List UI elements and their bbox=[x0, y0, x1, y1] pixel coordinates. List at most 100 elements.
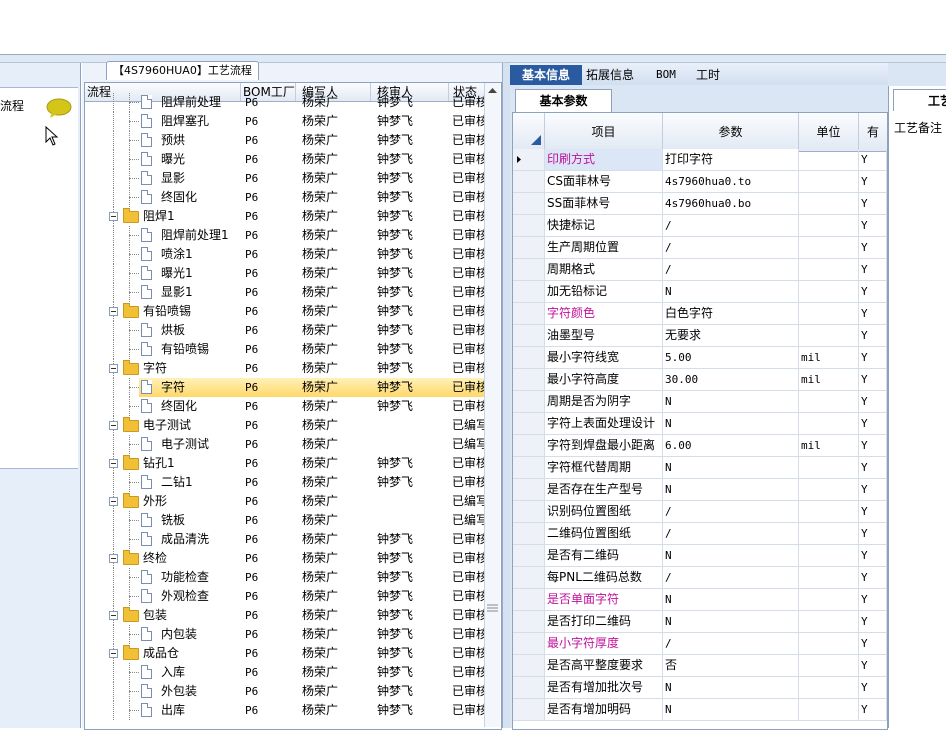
grid-col-param[interactable]: 参数 bbox=[663, 113, 799, 151]
row-indicator[interactable] bbox=[513, 545, 545, 566]
tree-row[interactable]: 包装 P6 杨荣广 钟梦飞 已审核 bbox=[85, 606, 485, 625]
param-row[interactable]: 是否单面字符 N Y bbox=[513, 589, 887, 611]
row-indicator[interactable] bbox=[513, 171, 545, 192]
tree-row[interactable]: 字符 P6 杨荣广 钟梦飞 已审核 bbox=[85, 378, 485, 397]
collapse-toggle-icon[interactable] bbox=[109, 459, 118, 468]
row-indicator[interactable] bbox=[513, 303, 545, 324]
tab-extended-info[interactable]: 拓展信息 bbox=[582, 65, 638, 85]
collapse-toggle-icon[interactable] bbox=[109, 649, 118, 658]
tree-row[interactable]: 外形 P6 杨荣广 已编写 bbox=[85, 492, 485, 511]
param-cell-value[interactable]: 白色字符 bbox=[663, 303, 799, 324]
param-row[interactable]: 是否有增加明码 N Y bbox=[513, 699, 887, 721]
param-cell-value[interactable]: / bbox=[663, 633, 799, 654]
tab-process-flow[interactable]: 【4S7960HUA0】工艺流程 bbox=[106, 61, 259, 80]
row-indicator[interactable] bbox=[513, 501, 545, 522]
row-indicator[interactable] bbox=[513, 677, 545, 698]
row-indicator[interactable] bbox=[513, 215, 545, 236]
tab-process[interactable]: 工艺 bbox=[893, 89, 946, 111]
param-cell-value[interactable]: 6.00 bbox=[663, 435, 799, 456]
row-indicator[interactable] bbox=[513, 369, 545, 390]
row-indicator[interactable] bbox=[513, 479, 545, 500]
row-indicator[interactable] bbox=[513, 611, 545, 632]
row-indicator[interactable] bbox=[513, 523, 545, 544]
param-row[interactable]: 字符颜色 白色字符 Y bbox=[513, 303, 887, 325]
param-cell-value[interactable]: / bbox=[663, 567, 799, 588]
tree-row[interactable]: 有铅喷锡 P6 杨荣广 钟梦飞 已审核 bbox=[85, 340, 485, 359]
param-cell-value[interactable]: N bbox=[663, 391, 799, 412]
row-indicator[interactable] bbox=[513, 413, 545, 434]
tree-row[interactable]: 功能检查 P6 杨荣广 钟梦飞 已审核 bbox=[85, 568, 485, 587]
param-cell-value[interactable]: N bbox=[663, 611, 799, 632]
tree-row[interactable]: 阻焊1 P6 杨荣广 钟梦飞 已审核 bbox=[85, 207, 485, 226]
param-cell-value[interactable]: / bbox=[663, 259, 799, 280]
param-cell-value[interactable]: / bbox=[663, 237, 799, 258]
comment-bubble-icon[interactable] bbox=[46, 98, 72, 118]
grid-col-flag[interactable]: 有 bbox=[859, 113, 887, 151]
scroll-grip-icon[interactable] bbox=[487, 603, 498, 613]
row-indicator[interactable] bbox=[513, 699, 545, 720]
param-cell-value[interactable]: 4s7960hua0.to bbox=[663, 171, 799, 192]
collapse-toggle-icon[interactable] bbox=[109, 611, 118, 620]
param-cell-value[interactable]: 无要求 bbox=[663, 325, 799, 346]
scroll-up-icon[interactable] bbox=[485, 83, 500, 99]
row-indicator[interactable] bbox=[513, 391, 545, 412]
tree-row[interactable]: 阻焊前处理 P6 杨荣广 钟梦飞 已审核 bbox=[85, 93, 485, 112]
param-cell-value[interactable]: N bbox=[663, 589, 799, 610]
param-row[interactable]: 识别码位置图纸 / Y bbox=[513, 501, 887, 523]
param-row[interactable]: 每PNL二维码总数 / Y bbox=[513, 567, 887, 589]
param-cell-value[interactable]: N bbox=[663, 413, 799, 434]
row-indicator[interactable] bbox=[513, 589, 545, 610]
tree-row[interactable]: 外观检查 P6 杨荣广 钟梦飞 已审核 bbox=[85, 587, 485, 606]
param-cell-value[interactable]: N bbox=[663, 457, 799, 478]
tree-row[interactable]: 钻孔1 P6 杨荣广 钟梦飞 已审核 bbox=[85, 454, 485, 473]
collapse-toggle-icon[interactable] bbox=[109, 421, 118, 430]
param-row[interactable]: 周期格式 / Y bbox=[513, 259, 887, 281]
param-cell-value[interactable]: N bbox=[663, 479, 799, 500]
grid-col-unit[interactable]: 单位 bbox=[799, 113, 859, 151]
row-indicator[interactable] bbox=[513, 237, 545, 258]
tree-row[interactable]: 成品仓 P6 杨荣广 钟梦飞 已审核 bbox=[85, 644, 485, 663]
param-row[interactable]: 最小字符线宽 5.00 mil Y bbox=[513, 347, 887, 369]
param-row[interactable]: SS面菲林号 4s7960hua0.bo Y bbox=[513, 193, 887, 215]
tree-row[interactable]: 外包装 P6 杨荣广 钟梦飞 已审核 bbox=[85, 682, 485, 701]
tree-row[interactable]: 终固化 P6 杨荣广 钟梦飞 已审核 bbox=[85, 397, 485, 416]
tree-row[interactable]: 烘板 P6 杨荣广 钟梦飞 已审核 bbox=[85, 321, 485, 340]
tree-row[interactable]: 曝光1 P6 杨荣广 钟梦飞 已审核 bbox=[85, 264, 485, 283]
row-indicator[interactable] bbox=[513, 435, 545, 456]
collapse-toggle-icon[interactable] bbox=[109, 554, 118, 563]
tree-row[interactable]: 喷涂1 P6 杨荣广 钟梦飞 已审核 bbox=[85, 245, 485, 264]
tab-basic-info[interactable]: 基本信息 bbox=[510, 65, 582, 85]
param-cell-value[interactable]: N bbox=[663, 545, 799, 566]
param-row[interactable]: 是否有二维码 N Y bbox=[513, 545, 887, 567]
param-row[interactable]: CS面菲林号 4s7960hua0.to Y bbox=[513, 171, 887, 193]
tree-row[interactable]: 二钻1 P6 杨荣广 钟梦飞 已审核 bbox=[85, 473, 485, 492]
row-indicator[interactable] bbox=[513, 281, 545, 302]
param-cell-value[interactable]: 打印字符 bbox=[663, 149, 799, 170]
param-row[interactable]: 加无铅标记 N Y bbox=[513, 281, 887, 303]
tree-row[interactable]: 终检 P6 杨荣广 钟梦飞 已审核 bbox=[85, 549, 485, 568]
tab-basic-params[interactable]: 基本参数 bbox=[515, 89, 612, 112]
param-row[interactable]: 是否有增加批次号 N Y bbox=[513, 677, 887, 699]
collapse-toggle-icon[interactable] bbox=[109, 212, 118, 221]
param-row[interactable]: 字符到焊盘最小距离 6.00 mil Y bbox=[513, 435, 887, 457]
param-row[interactable]: 是否打印二维码 N Y bbox=[513, 611, 887, 633]
tree-row[interactable]: 电子测试 P6 杨荣广 已编写 bbox=[85, 435, 485, 454]
collapse-toggle-icon[interactable] bbox=[109, 364, 118, 373]
tree-row[interactable]: 出库 P6 杨荣广 钟梦飞 已审核 bbox=[85, 701, 485, 720]
param-row[interactable]: 快捷标记 / Y bbox=[513, 215, 887, 237]
tree-row[interactable]: 铣板 P6 杨荣广 已编写 bbox=[85, 511, 485, 530]
params-grid[interactable]: 项目 参数 单位 有 印刷方式 打印字符 Y CS面菲林号 4s7960hua0.to Y… bbox=[512, 112, 888, 730]
param-cell-value[interactable]: 4s7960hua0.bo bbox=[663, 193, 799, 214]
grid-col-item[interactable]: 项目 bbox=[545, 113, 663, 151]
tab-bom[interactable]: BOM bbox=[652, 65, 680, 85]
row-indicator[interactable] bbox=[513, 149, 545, 170]
tree-row[interactable]: 入库 P6 杨荣广 钟梦飞 已审核 bbox=[85, 663, 485, 682]
param-row[interactable]: 字符上表面处理设计 N Y bbox=[513, 413, 887, 435]
row-indicator[interactable] bbox=[513, 193, 545, 214]
param-cell-value[interactable]: N bbox=[663, 677, 799, 698]
tree-vertical-scrollbar[interactable] bbox=[484, 83, 500, 727]
tree-row[interactable]: 曝光 P6 杨荣广 钟梦飞 已审核 bbox=[85, 150, 485, 169]
param-row[interactable]: 字符框代替周期 N Y bbox=[513, 457, 887, 479]
tab-work-hours[interactable]: 工时 bbox=[692, 65, 724, 85]
tree-row[interactable]: 字符 P6 杨荣广 钟梦飞 已审核 bbox=[85, 359, 485, 378]
